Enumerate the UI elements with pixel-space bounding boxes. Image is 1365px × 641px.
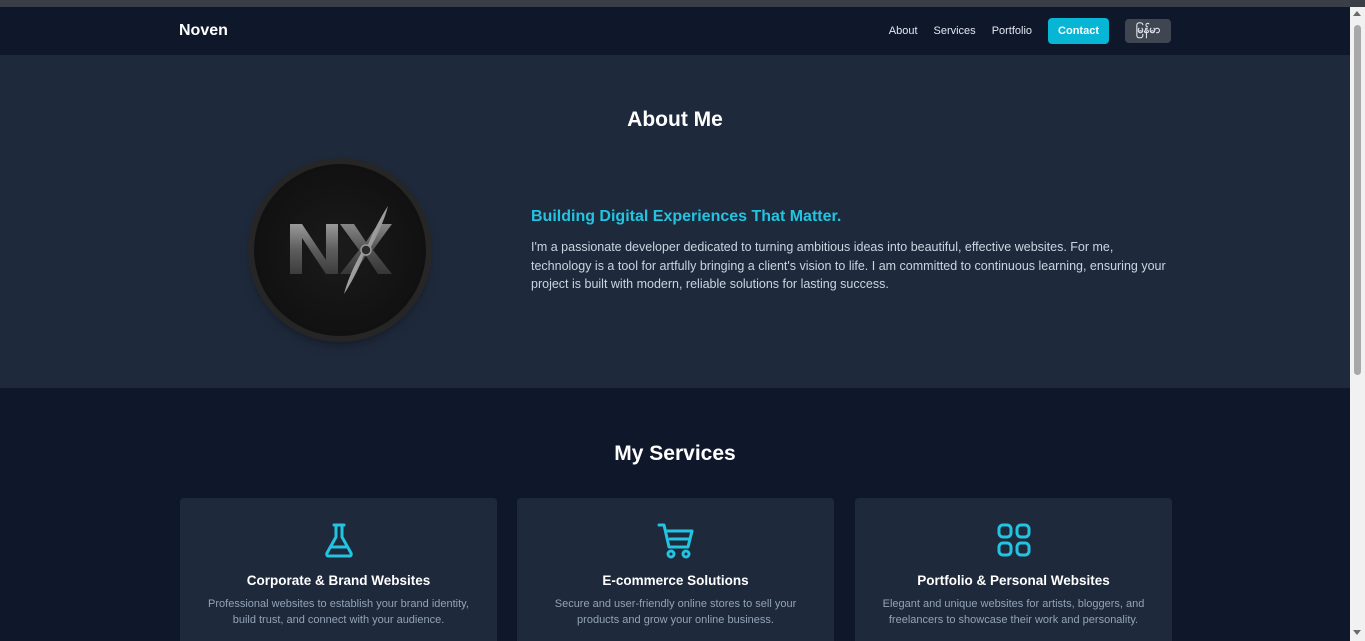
browser-top-bar	[0, 0, 1365, 7]
scroll-down-arrow-icon[interactable]	[1353, 630, 1361, 635]
language-toggle-button[interactable]: မြန်မာ	[1125, 19, 1171, 43]
about-content: Building Digital Experiences That Matter…	[531, 208, 1171, 294]
nav-portfolio[interactable]: Portfolio	[992, 25, 1032, 37]
page-scrollbar[interactable]	[1350, 7, 1365, 641]
services-section: My Services Corporate & Brand Websites P…	[0, 388, 1350, 641]
service-card-title: Portfolio & Personal Websites	[917, 573, 1110, 588]
service-card-ecommerce[interactable]: E-commerce Solutions Secure and user-fri…	[517, 498, 834, 641]
about-headline: Building Digital Experiences That Matter…	[531, 208, 842, 225]
nav-services[interactable]: Services	[934, 25, 976, 37]
grid-icon	[997, 523, 1030, 557]
nx-logo-graphic	[290, 206, 392, 294]
nx-logo	[254, 164, 426, 336]
site-header: Noven About Services Portfolio Contact မ…	[0, 7, 1350, 55]
service-card-portfolio[interactable]: Portfolio & Personal Websites Elegant an…	[855, 498, 1172, 641]
service-card-desc: Professional websites to establish your …	[208, 598, 469, 626]
service-card-desc: Elegant and unique websites for artists,…	[882, 598, 1145, 626]
about-body: I'm a passionate developer dedicated to …	[531, 240, 1166, 291]
services-title: My Services	[614, 442, 736, 465]
service-card-desc: Secure and user-friendly online stores t…	[554, 598, 797, 626]
scroll-up-arrow-icon[interactable]	[1353, 11, 1361, 16]
service-card-title: Corporate & Brand Websites	[246, 573, 431, 588]
page: Noven About Services Portfolio Contact မ…	[0, 7, 1350, 641]
main-nav: About Services Portfolio Contact မြန်မာ	[889, 18, 1171, 44]
about-section: About Me Building Digital Experiences Th…	[0, 55, 1350, 388]
about-title: About Me	[627, 108, 723, 131]
nav-about[interactable]: About	[889, 25, 918, 37]
service-card-corporate[interactable]: Corporate & Brand Websites Professional …	[180, 498, 497, 641]
cart-icon	[657, 523, 693, 559]
brand-logo[interactable]: Noven	[179, 22, 228, 40]
service-card-title: E-commerce Solutions	[602, 573, 749, 588]
flask-icon	[324, 523, 353, 558]
scroll-thumb[interactable]	[1354, 25, 1361, 375]
contact-button[interactable]: Contact	[1048, 18, 1109, 44]
